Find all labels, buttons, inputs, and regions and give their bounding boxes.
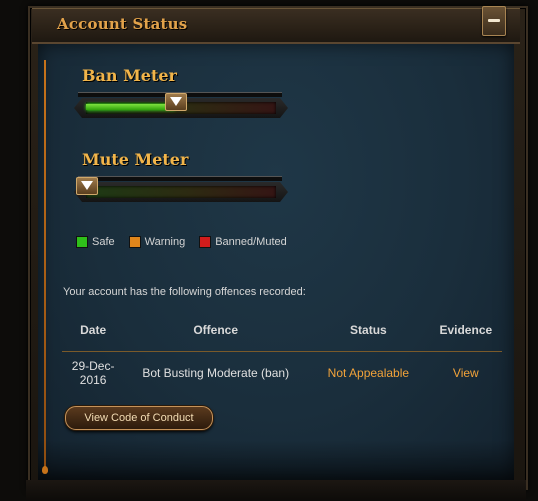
mute-meter-marker-icon bbox=[76, 177, 98, 195]
table-row: 29-Dec-2016 Bot Busting Moderate (ban) N… bbox=[62, 352, 502, 395]
legend-label: Banned/Muted bbox=[215, 236, 287, 248]
column-header-date: Date bbox=[62, 318, 125, 352]
offence-name: Bot Busting Moderate (ban) bbox=[142, 366, 290, 380]
legend-item-banned: Banned/Muted bbox=[199, 236, 287, 248]
ban-meter-marker-icon bbox=[165, 93, 187, 111]
meter-legend: Safe Warning Banned/Muted bbox=[76, 236, 287, 248]
ban-meter-title: Ban Meter bbox=[82, 66, 177, 85]
mute-meter-title: Mute Meter bbox=[82, 150, 189, 169]
evidence-view-link[interactable]: View bbox=[430, 352, 502, 395]
legend-swatch-safe bbox=[76, 236, 88, 248]
column-header-evidence: Evidence bbox=[429, 318, 502, 352]
mute-meter bbox=[74, 176, 288, 202]
column-header-offence: Offence bbox=[124, 318, 308, 352]
view-code-of-conduct-button[interactable]: View Code of Conduct bbox=[65, 406, 213, 430]
ban-meter bbox=[74, 92, 288, 118]
offences-table: Date Offence Status Evidence 29-Dec-2016… bbox=[62, 318, 502, 394]
offence-status[interactable]: Not Appealable bbox=[307, 352, 430, 395]
meter-inner bbox=[86, 186, 276, 198]
table-header-row: Date Offence Status Evidence bbox=[62, 318, 502, 352]
bottom-decoration bbox=[26, 480, 526, 501]
meter-rail bbox=[78, 176, 282, 181]
offence-date: 29-Dec-2016 bbox=[71, 359, 115, 387]
offences-intro: Your account has the following offences … bbox=[63, 286, 306, 298]
legend-swatch-banned bbox=[199, 236, 212, 248]
panel-title: Account Status bbox=[57, 15, 188, 33]
legend-label: Safe bbox=[92, 236, 115, 248]
decorative-side-line bbox=[42, 60, 48, 474]
column-header-status: Status bbox=[307, 318, 430, 352]
legend-label: Warning bbox=[144, 236, 186, 248]
legend-item-warning: Warning bbox=[128, 236, 186, 248]
legend-swatch-warning bbox=[128, 236, 141, 248]
ban-meter-fill bbox=[86, 104, 175, 110]
collapse-button[interactable] bbox=[482, 6, 506, 36]
legend-item-safe: Safe bbox=[76, 236, 115, 248]
